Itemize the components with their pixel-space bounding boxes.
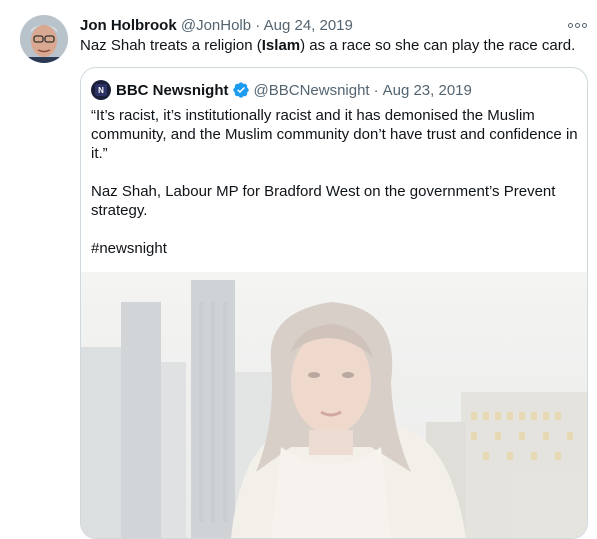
svg-text:N: N bbox=[98, 86, 104, 95]
hashtag-link[interactable]: #newsnight bbox=[91, 239, 581, 258]
quoted-author-name[interactable]: BBC Newsnight bbox=[116, 82, 229, 99]
video-thumbnail[interactable] bbox=[81, 272, 587, 538]
tweet-text-bold: Islam bbox=[261, 37, 301, 54]
author-avatar[interactable] bbox=[20, 15, 68, 63]
tweet-text-start: Naz Shah treats a religion ( bbox=[80, 37, 262, 54]
quoted-tweet-date[interactable]: Aug 23, 2019 bbox=[383, 82, 472, 99]
more-horizontal-icon[interactable] bbox=[567, 17, 587, 33]
quoted-paragraph-quote: “It’s racist, it’s institutionally racis… bbox=[91, 107, 578, 162]
quoted-tweet-header: N BBC Newsnight @BBCNewsnight · Aug 23, … bbox=[91, 80, 472, 100]
quoted-paragraph-attribution: Naz Shah, Labour MP for Bradford West on… bbox=[91, 183, 556, 219]
quoted-separator-dot: · bbox=[373, 81, 379, 99]
video-frame-image bbox=[81, 272, 587, 538]
quoted-author-handle[interactable]: @BBCNewsnight bbox=[254, 82, 370, 99]
tweet-date[interactable]: Aug 24, 2019 bbox=[264, 17, 353, 34]
author-photo bbox=[20, 15, 68, 63]
separator-dot: · bbox=[255, 17, 261, 34]
quoted-tweet[interactable]: N BBC Newsnight @BBCNewsnight · Aug 23, … bbox=[80, 67, 588, 539]
verified-badge-icon bbox=[232, 82, 249, 98]
quoted-tweet-text: “It’s racist, it’s institutionally racis… bbox=[91, 106, 581, 258]
author-handle[interactable]: @JonHolb bbox=[181, 17, 251, 34]
tweet-header: Jon Holbrook @JonHolb · Aug 24, 2019 bbox=[80, 16, 585, 36]
tweet-text-end: ) as a race so she can play the race car… bbox=[300, 37, 576, 54]
bbc-newsnight-logo[interactable]: N bbox=[91, 80, 111, 100]
tweet-text: Naz Shah treats a religion (Islam) as a … bbox=[80, 36, 589, 56]
author-name[interactable]: Jon Holbrook bbox=[80, 17, 177, 34]
